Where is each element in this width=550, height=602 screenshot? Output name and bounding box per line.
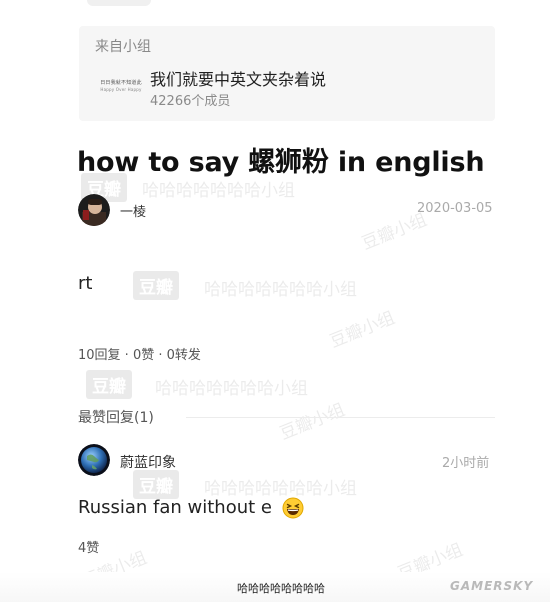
author-avatar[interactable]: [78, 194, 110, 226]
author-avatar-image: [78, 194, 110, 226]
reply-time: 2小时前: [442, 456, 490, 471]
group-from-label: 来自小组: [95, 39, 151, 55]
site-watermark: GAMERSKY: [450, 579, 534, 593]
group-member-count: 42266个成员: [150, 94, 231, 109]
watermark-text: 哈哈哈哈哈哈哈小组: [204, 479, 357, 499]
post-body: rt: [78, 273, 93, 294]
douban-watermark-stamp: 豆瓣: [133, 271, 179, 300]
watermark-text: 哈哈哈哈哈哈哈小组: [204, 280, 357, 300]
previous-card-edge: [87, 0, 151, 6]
reply-text: Russian fan without e: [78, 497, 272, 518]
post-title: how to say 螺狮粉 in english: [77, 147, 485, 178]
group-logo: 日日我就不知道此 Happy Over Happy: [93, 66, 149, 106]
post-stats: 10回复 · 0赞 · 0转发: [78, 348, 201, 363]
watermark-text: 哈哈哈哈哈哈哈小组: [155, 379, 308, 399]
group-name[interactable]: 我们就要中英文夹杂着说: [150, 66, 326, 90]
watermark-corner-text: 豆瓣小组: [277, 400, 348, 445]
reply-like-count[interactable]: 4赞: [78, 537, 99, 556]
author-name[interactable]: 一棱: [120, 201, 146, 220]
watermark-corner-text: 豆瓣小组: [327, 308, 398, 353]
reply-content: Russian fan without e: [78, 497, 304, 519]
group-logo-line1: 日日我就不知道此: [100, 79, 142, 86]
replier-name[interactable]: 蔚蓝印象: [120, 452, 176, 472]
douban-watermark-stamp: 豆瓣: [86, 370, 132, 399]
bottom-caption: 哈哈哈哈哈哈哈哈: [237, 582, 325, 595]
post-date: 2020-03-05: [417, 201, 493, 216]
watermark-text: 哈哈哈哈哈哈哈小组: [142, 181, 295, 201]
grinning-squinting-face-icon: [282, 497, 304, 519]
replier-avatar[interactable]: [78, 444, 110, 476]
top-replies-title: 最赞回复(1): [78, 410, 154, 426]
section-divider: [186, 417, 495, 418]
group-card[interactable]: 来自小组 日日我就不知道此 Happy Over Happy 我们就要中英文夹杂…: [79, 26, 495, 121]
douban-watermark-stamp: 豆瓣: [133, 470, 179, 499]
group-logo-line2: Happy Over Happy: [100, 86, 142, 92]
replier-avatar-image: [78, 444, 110, 476]
